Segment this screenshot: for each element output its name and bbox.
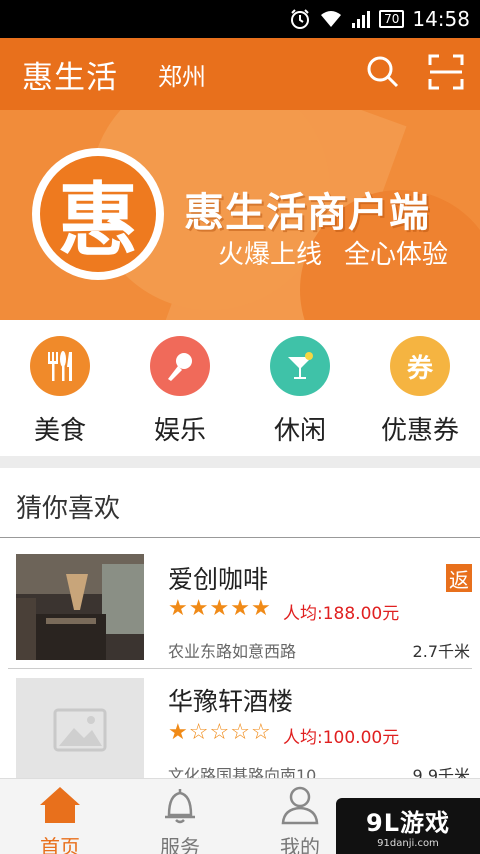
item-distance: 2.7千米 bbox=[412, 642, 470, 661]
section-title: 猜你喜欢 bbox=[16, 494, 121, 524]
bell-icon bbox=[160, 785, 200, 829]
star-filled-icon: ★ bbox=[230, 596, 250, 621]
status-bar: 70 14:58 bbox=[0, 0, 480, 38]
cashback-badge: 返 bbox=[446, 564, 472, 592]
rating-stars: ★ ★ ★ ★ ★ bbox=[168, 596, 271, 621]
item-divider bbox=[8, 668, 472, 669]
alarm-icon bbox=[289, 8, 311, 30]
image-placeholder-icon bbox=[16, 678, 144, 784]
banner-logo-char: 惠 bbox=[40, 156, 156, 272]
item-price: 人均:188.00元 bbox=[283, 604, 400, 624]
banner-logo: 惠 bbox=[32, 148, 164, 280]
category-label: 优惠券 bbox=[380, 416, 459, 446]
star-empty-icon: ☆ bbox=[250, 720, 271, 745]
rating-stars: ★ ☆ ☆ ☆ ☆ bbox=[168, 720, 271, 745]
category-food[interactable]: 美食 bbox=[0, 320, 120, 456]
category-label: 娱乐 bbox=[153, 416, 206, 446]
category-entertainment[interactable]: 娱乐 bbox=[120, 320, 240, 456]
banner-headline: 惠生活商户端 bbox=[184, 190, 430, 236]
watermark-logo: 9L游戏 91danji.com bbox=[336, 798, 480, 854]
list-item[interactable]: 华豫轩酒楼 ★ ☆ ☆ ☆ ☆ 人均:100.00元 文化路国基路向南10 9.… bbox=[0, 678, 480, 785]
star-filled-icon: ★ bbox=[209, 596, 230, 621]
banner-subtitle: 火爆上线 bbox=[218, 240, 323, 270]
tab-services[interactable]: 服务 bbox=[120, 779, 240, 854]
tab-label: 首页 bbox=[40, 835, 80, 854]
app-title: 惠生活 bbox=[22, 59, 118, 96]
banner-subtitle: 全心体验 bbox=[344, 240, 449, 270]
city-selector[interactable]: 郑州 bbox=[158, 57, 206, 92]
category-coupons[interactable]: 券 优惠券 bbox=[360, 320, 480, 456]
star-empty-icon: ☆ bbox=[230, 720, 250, 745]
app-bar: 惠生活 郑州 bbox=[0, 38, 480, 110]
tab-home[interactable]: 首页 bbox=[0, 779, 120, 854]
section-divider-line bbox=[0, 537, 480, 538]
fork-knife-icon bbox=[30, 336, 90, 396]
item-thumbnail-placeholder bbox=[16, 678, 144, 784]
category-label: 美食 bbox=[33, 416, 86, 446]
tab-label: 服务 bbox=[160, 835, 200, 854]
category-grid: 美食 娱乐 休闲 券 优惠券 bbox=[0, 320, 480, 456]
watermark-text: 9L游戏 bbox=[366, 809, 450, 837]
star-filled-icon: ★ bbox=[168, 596, 188, 621]
wifi-icon bbox=[319, 9, 343, 29]
promo-banner[interactable]: 惠 惠生活商户端 火爆上线 全心体验 bbox=[0, 110, 480, 320]
item-name: 华豫轩酒楼 bbox=[168, 687, 294, 716]
microphone-icon bbox=[150, 336, 210, 396]
battery-icon: 70 bbox=[379, 10, 405, 28]
cocktail-icon bbox=[270, 336, 330, 396]
search-icon[interactable] bbox=[366, 55, 400, 93]
coupon-icon: 券 bbox=[390, 336, 450, 396]
item-thumbnail bbox=[16, 554, 144, 660]
star-filled-icon: ★ bbox=[168, 720, 188, 745]
item-address: 农业东路如意西路 bbox=[168, 642, 297, 661]
home-icon bbox=[38, 785, 82, 829]
tab-label: 我的 bbox=[280, 835, 320, 854]
scan-icon[interactable] bbox=[428, 54, 464, 94]
item-name: 爱创咖啡 bbox=[168, 565, 269, 594]
item-price: 人均:100.00元 bbox=[283, 728, 400, 748]
category-leisure[interactable]: 休闲 bbox=[240, 320, 360, 456]
star-empty-icon: ☆ bbox=[188, 720, 209, 745]
star-filled-icon: ★ bbox=[250, 596, 271, 621]
user-icon bbox=[280, 785, 320, 829]
signal-icon bbox=[351, 9, 371, 29]
list-item[interactable]: 爱创咖啡 ★ ★ ★ ★ ★ 人均:188.00元 农业东路如意西路 2.7千米… bbox=[0, 554, 480, 664]
star-empty-icon: ☆ bbox=[209, 720, 230, 745]
status-time: 14:58 bbox=[412, 7, 470, 31]
section-divider bbox=[0, 456, 480, 468]
category-label: 休闲 bbox=[273, 416, 326, 446]
star-filled-icon: ★ bbox=[188, 596, 209, 621]
watermark-url: 91danji.com bbox=[377, 838, 439, 849]
